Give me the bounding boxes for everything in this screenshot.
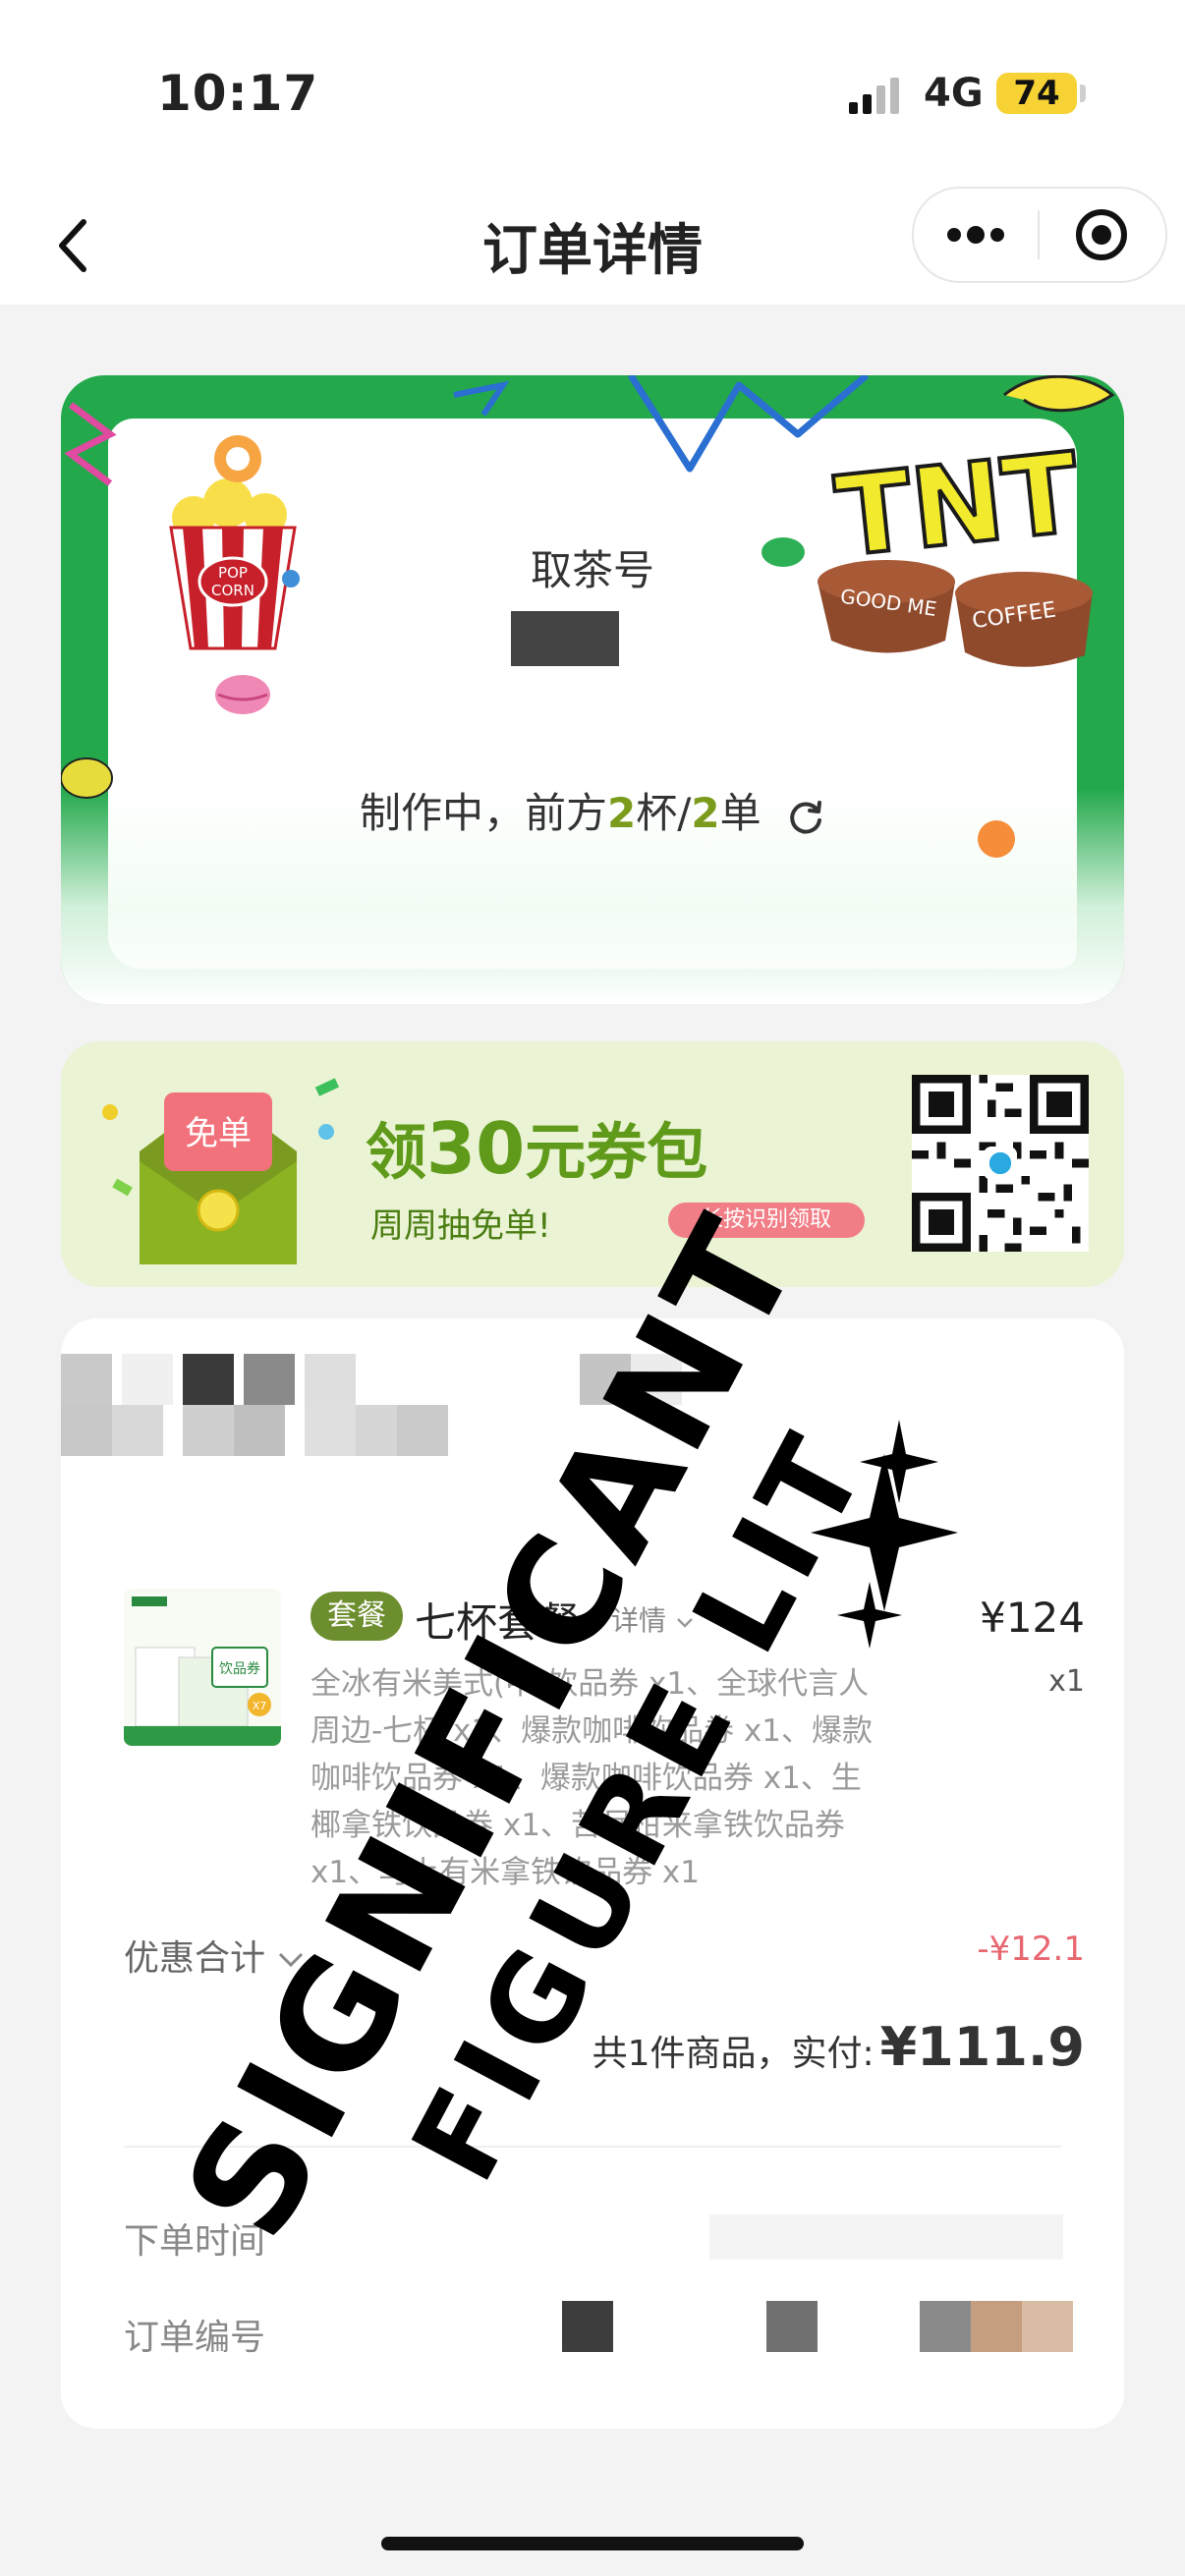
envelope-label: 免单 bbox=[185, 1114, 252, 1153]
target-circle-icon bbox=[1076, 209, 1127, 260]
qr-code-icon[interactable] bbox=[912, 1075, 1089, 1252]
promo-title: 领30元券包 bbox=[366, 1102, 707, 1191]
promo-title-number: 30 bbox=[426, 1107, 526, 1190]
pink-scribble-icon bbox=[64, 402, 117, 486]
queue-orders: 2 bbox=[691, 789, 720, 837]
status-bar: 10:17 4G 74 bbox=[0, 0, 1185, 187]
order-number-label: 订单编号 bbox=[124, 2318, 266, 2358]
product-detail-toggle[interactable]: 详情 bbox=[611, 1599, 695, 1639]
order-details-card: 饮品券 X7 套餐 七杯套餐 详情 ¥124 x1 全冰有米美式(中)饮品券 x… bbox=[61, 1318, 1124, 2429]
payment-summary: 共1件商品，实付: ¥111.9 bbox=[592, 2016, 1085, 2078]
home-indicator bbox=[381, 2537, 804, 2550]
queue-cups: 2 bbox=[607, 789, 637, 837]
chevron-down-icon bbox=[279, 1952, 304, 1968]
yellow-swirl-icon bbox=[1003, 375, 1115, 413]
signal-icon bbox=[849, 78, 899, 114]
bundle-tag: 套餐 bbox=[310, 1592, 403, 1641]
close-miniprogram-button[interactable] bbox=[1040, 189, 1163, 281]
queue-cups-unit: 杯/ bbox=[636, 789, 692, 837]
chevron-down-icon bbox=[677, 1618, 693, 1628]
product-image-count: X7 bbox=[253, 1700, 267, 1712]
summary-prefix: 共1件商品，实付: bbox=[592, 2034, 875, 2074]
queue-status: 制作中，前方2杯/2单 bbox=[61, 780, 1124, 840]
battery-icon: 74 bbox=[996, 73, 1077, 114]
queue-prefix: 制作中，前方 bbox=[359, 789, 607, 837]
more-button[interactable] bbox=[914, 189, 1038, 281]
more-dots-icon bbox=[947, 226, 1004, 244]
network-type: 4G bbox=[924, 71, 984, 116]
product-name: 七杯套餐 bbox=[415, 1598, 581, 1647]
promo-title-prefix: 领 bbox=[366, 1116, 427, 1188]
lips-icon bbox=[215, 675, 270, 714]
discount-label: 优惠合计 bbox=[124, 1938, 266, 1979]
product-description: 全冰有米美式(中)饮品券 x1、全球代言人周边-七杯 x1、爆款咖啡饮品券 x1… bbox=[310, 1666, 874, 1890]
product-image: 饮品券 X7 bbox=[124, 1589, 281, 1746]
queue-orders-unit: 单 bbox=[719, 789, 762, 837]
paid-total: ¥111.9 bbox=[879, 2016, 1085, 2078]
discount-total-toggle[interactable]: 优惠合计 bbox=[124, 1930, 306, 1981]
refresh-icon[interactable] bbox=[786, 797, 825, 836]
discount-value: -¥12.1 bbox=[977, 1930, 1085, 1969]
envelope-icon: 免单 bbox=[102, 1078, 339, 1264]
pickup-number-masked bbox=[511, 611, 619, 666]
mini-program-capsule bbox=[912, 187, 1167, 283]
product-image-badge: 饮品券 bbox=[219, 1661, 260, 1677]
promo-subtitle: 周周抽免单! bbox=[370, 1206, 551, 1246]
promo-title-suffix: 元券包 bbox=[525, 1116, 708, 1188]
product-quantity: x1 bbox=[1048, 1664, 1085, 1699]
status-time: 10:17 bbox=[157, 65, 319, 122]
flower-icon bbox=[214, 435, 261, 482]
coupon-promo-banner[interactable]: 免单 领30元券包 周周抽免单! 长按识别领取 bbox=[61, 1041, 1124, 1287]
battery-tip bbox=[1080, 84, 1086, 102]
bundle-image-icon: 饮品券 X7 bbox=[124, 1589, 281, 1746]
nav-bar: 订单详情 bbox=[0, 187, 1185, 305]
order-time-label: 下单时间 bbox=[124, 2221, 266, 2262]
pickup-number-card: POP CORN TNT GOOD ME COFFEE 取茶号 制作中，前方2杯… bbox=[61, 375, 1124, 1004]
product-price: ¥124 bbox=[980, 1594, 1085, 1642]
detail-link-label: 详情 bbox=[611, 1604, 667, 1637]
divider bbox=[124, 2146, 1061, 2148]
long-press-pill[interactable]: 长按识别领取 bbox=[668, 1203, 865, 1238]
pickup-label: 取茶号 bbox=[530, 546, 654, 594]
